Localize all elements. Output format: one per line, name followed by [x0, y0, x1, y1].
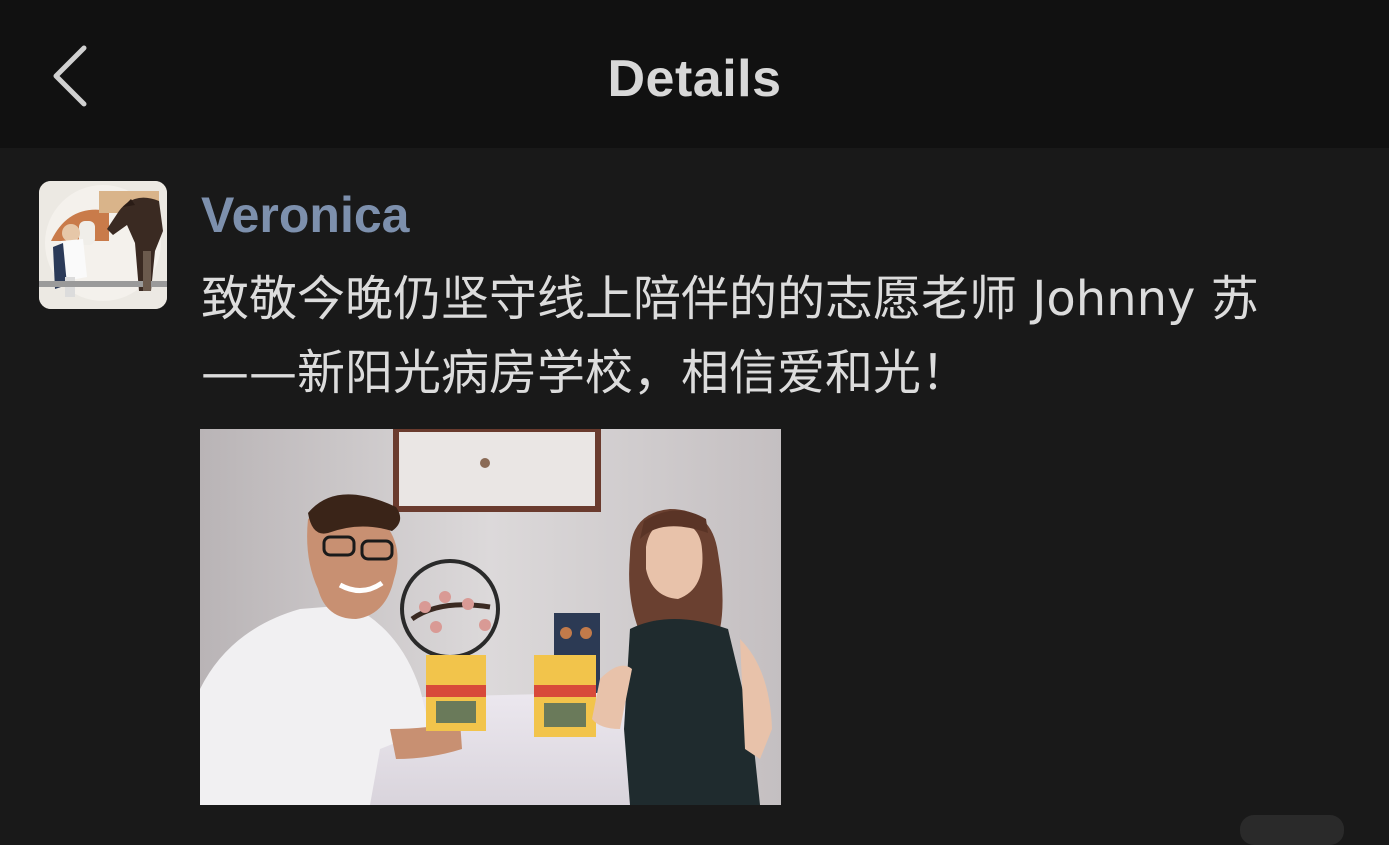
post-author-name[interactable]: Veronica — [201, 184, 409, 246]
page-title: Details — [607, 50, 782, 108]
post-photo[interactable] — [200, 429, 781, 805]
scroll-indicator — [1240, 815, 1344, 845]
post-text: 致敬今晚仍坚守线上陪伴的的志愿老师 Johnny 苏 ——新阳光病房学校，相信爱… — [201, 271, 1259, 401]
avatar[interactable] — [39, 181, 167, 309]
